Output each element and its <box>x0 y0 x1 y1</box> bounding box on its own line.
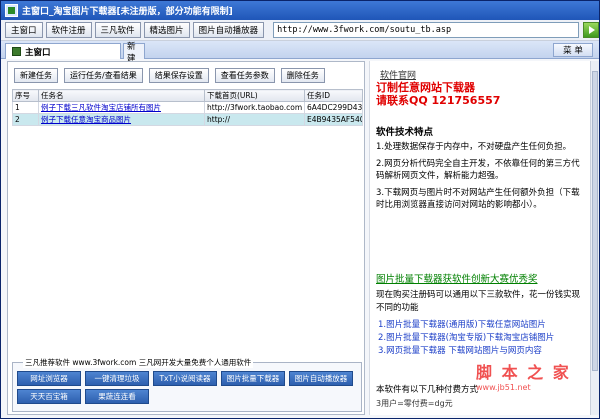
software-button-toolbox[interactable]: 天天百宝箱 <box>17 389 81 404</box>
row-index: 2 <box>12 113 39 126</box>
toolbar-image-player-button[interactable]: 图片自动播放器 <box>192 22 265 38</box>
payment-detail-text: 3用户=零付费=dg元 <box>376 399 453 408</box>
toolbar-register-button[interactable]: 软件注册 <box>45 22 92 38</box>
watermark-url: www.jb51.net <box>476 383 531 392</box>
task-table: 序号 任务名 下载首页(URL) 任务ID 1 例子下载三凡软件淘宝店铺所有图片… <box>12 89 363 126</box>
tab-window-icon <box>12 47 21 56</box>
software-button-image-player[interactable]: 图片自动播放器 <box>289 371 353 386</box>
product-list: 1.图片批量下载器(通用版)下载任意网站图片 2.图片批量下载器(淘宝专版)下载… <box>378 319 554 358</box>
task-pane: 新建任务 运行任务/查看结果 结果保存设置 查看任务参数 删除任务 序号 任务名… <box>7 61 365 415</box>
recommended-software-box: 三凡推荐软件 www.3fwork.com 三凡网开发大量免费个人通用软件 网址… <box>12 357 362 412</box>
software-button-txt-reader[interactable]: TxT小说阅读器 <box>153 371 217 386</box>
software-button-fruit-game[interactable]: 果蔬连连看 <box>85 389 149 404</box>
product-link[interactable]: 3.网页批量下载器 下载网站图片与网页内容 <box>378 345 554 358</box>
row-url: http://3fwork.taobao.com <box>204 101 305 114</box>
row-task-id: E4B9435AF54041B6 <box>304 113 363 126</box>
promo-line-2: 请联系QQ 121756557 <box>376 94 501 107</box>
row-task-name[interactable]: 例子下载三凡软件淘宝店铺所有图片 <box>38 101 205 114</box>
row-url: http:// <box>204 113 305 126</box>
row-task-id: 6A4DC299D43D8A46 <box>304 101 363 114</box>
software-button-browser[interactable]: 网址浏览器 <box>17 371 81 386</box>
window-title: 主窗口_淘宝图片下载器[未注册版，部分功能有限制] <box>22 7 233 17</box>
run-task-button[interactable]: 运行任务/查看结果 <box>64 68 143 83</box>
toolbar-main-window-button[interactable]: 主窗口 <box>5 22 43 38</box>
software-button-cleaner[interactable]: 一键清理垃圾 <box>85 371 149 386</box>
table-header-row: 序号 任务名 下载首页(URL) 任务ID <box>12 89 363 102</box>
table-row[interactable]: 2 例子下载任意淘宝商品图片 http:// E4B9435AF54041B6 <box>12 113 363 126</box>
tab-main-window[interactable]: 主窗口 <box>5 43 121 59</box>
go-arrow-icon[interactable] <box>583 22 599 38</box>
feature-item: 1.处理数据保存于内存中，不对硬盘产生任何负担。 <box>376 142 572 152</box>
row-task-name[interactable]: 例子下载任意淘宝商品图片 <box>38 113 205 126</box>
watermark-logo: 脚 本 之 家 www.jb51.net <box>476 359 571 392</box>
recommended-software-legend: 三凡推荐软件 www.3fwork.com 三凡网开发大量免费个人通用软件 <box>23 357 254 368</box>
column-header-task-id[interactable]: 任务ID <box>304 89 363 102</box>
column-header-url[interactable]: 下载首页(URL) <box>204 89 305 102</box>
promo-line-1: 订制任意网站下载器 <box>376 81 475 94</box>
main-window: 主窗口_淘宝图片下载器[未注册版，部分功能有限制] 主窗口 软件注册 三凡软件 … <box>0 0 600 419</box>
tab-main-label: 主窗口 <box>25 47 51 58</box>
table-row[interactable]: 1 例子下载三凡软件淘宝店铺所有图片 http://3fwork.taobao.… <box>12 101 363 114</box>
toolbar-sanfan-software-button[interactable]: 三凡软件 <box>94 22 141 38</box>
tab-new[interactable]: 新建 <box>123 42 145 64</box>
url-input[interactable]: http://www.3fwork.com/soutu_tb.asp <box>273 22 580 38</box>
menu-button[interactable]: 菜 单 <box>553 43 593 57</box>
save-settings-button[interactable]: 结果保存设置 <box>148 68 209 83</box>
purchase-description: 现在购买注册码可以通用以下三款软件，花一份钱实现不同的功能 <box>376 290 581 313</box>
feature-item: 3.下载网页与图片时不对网站产生任何额外负担（下载时比用浏览器直接访问对网站的影… <box>376 188 580 210</box>
payment-methods-text: 本软件有以下几种付费方式 <box>376 385 479 395</box>
toolbar: 主窗口 软件注册 三凡软件 精选图片 图片自动播放器 http://www.3f… <box>1 20 599 41</box>
scrollbar-thumb[interactable] <box>592 71 598 371</box>
task-actions: 新建任务 运行任务/查看结果 结果保存设置 查看任务参数 删除任务 <box>14 68 331 84</box>
product-link[interactable]: 2.图片批量下载器(淘宝专版)下载淘宝店铺图片 <box>378 332 554 345</box>
features-list: 1.处理数据保存于内存中，不对硬盘产生任何负担。 2.网页分析代码完全自主开发，… <box>376 141 581 216</box>
new-task-button[interactable]: 新建任务 <box>14 68 58 83</box>
row-index: 1 <box>12 101 39 114</box>
column-header-index[interactable]: 序号 <box>12 89 39 102</box>
award-link[interactable]: 图片批量下载器获软件创新大赛优秀奖 <box>376 271 538 285</box>
tab-strip: 主窗口 新建 菜 单 <box>1 41 599 64</box>
view-params-button[interactable]: 查看任务参数 <box>214 68 275 83</box>
app-icon <box>5 4 18 17</box>
column-header-task-name[interactable]: 任务名 <box>38 89 205 102</box>
custom-downloader-promo[interactable]: 订制任意网站下载器 请联系QQ 121756557 <box>376 81 500 107</box>
feature-item: 2.网页分析代码完全自主开发，不依靠任何的第三方代码解析网页文件，解析能力超强。 <box>376 159 580 181</box>
features-title: 软件技术特点 <box>376 127 434 138</box>
delete-task-button[interactable]: 删除任务 <box>280 68 325 83</box>
software-button-image-downloader[interactable]: 图片批量下载器 <box>221 371 285 386</box>
info-pane-scrollbar[interactable] <box>590 61 599 415</box>
title-bar: 主窗口_淘宝图片下载器[未注册版，部分功能有限制] <box>1 1 599 20</box>
watermark-title: 脚 本 之 家 <box>476 363 571 382</box>
info-pane: 软件官网 订制任意网站下载器 请联系QQ 121756557 软件技术特点 1.… <box>369 61 590 415</box>
recommended-software-grid: 网址浏览器 一键清理垃圾 TxT小说阅读器 图片批量下载器 图片自动播放器 天天… <box>17 371 357 404</box>
toolbar-featured-images-button[interactable]: 精选图片 <box>143 22 190 38</box>
product-link[interactable]: 1.图片批量下载器(通用版)下载任意网站图片 <box>378 319 554 332</box>
official-site-link[interactable]: 软件官网 <box>380 68 416 81</box>
